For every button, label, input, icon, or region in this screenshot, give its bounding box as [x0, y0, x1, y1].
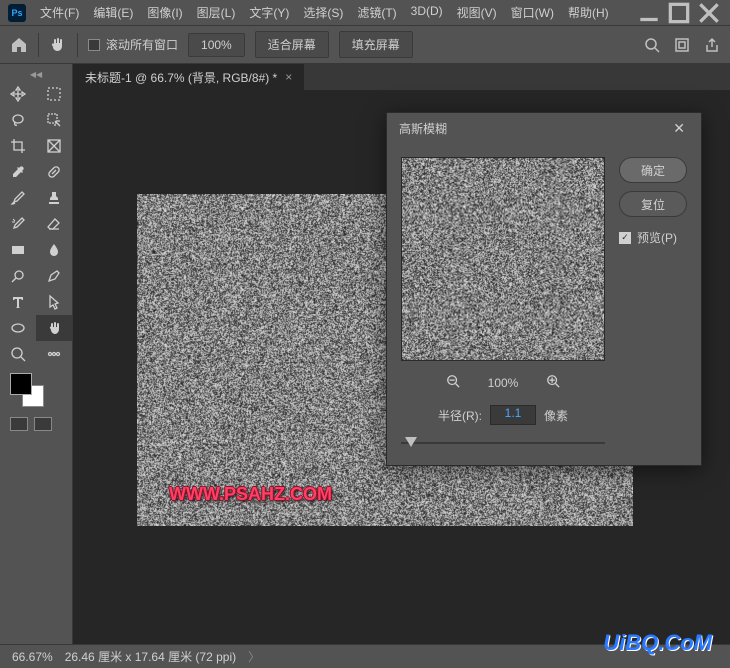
- app-logo: Ps: [8, 4, 26, 22]
- dialog-titlebar[interactable]: 高斯模糊 ✕: [387, 113, 701, 143]
- watermark-text: WWW.PSAHZ.COM: [169, 484, 332, 505]
- tab-title: 未标题-1 @ 66.7% (背景, RGB/8#) *: [85, 69, 277, 86]
- brush-tool[interactable]: [0, 185, 36, 211]
- search-icon[interactable]: [644, 37, 660, 53]
- home-icon[interactable]: [10, 36, 28, 54]
- zoom-out-icon[interactable]: [446, 374, 460, 391]
- tab-close-icon[interactable]: ×: [285, 70, 292, 84]
- menu-layer[interactable]: 图层(L): [191, 0, 242, 25]
- document-tabs: 未标题-1 @ 66.7% (背景, RGB/8#) * ×: [73, 64, 730, 90]
- radius-slider[interactable]: [401, 435, 605, 451]
- path-select-tool[interactable]: [36, 289, 72, 315]
- menu-filter[interactable]: 滤镜(T): [351, 0, 402, 25]
- radius-label: 半径(R):: [438, 407, 482, 424]
- menu-type[interactable]: 文字(Y): [243, 0, 295, 25]
- status-menu-icon[interactable]: 〉: [248, 648, 260, 665]
- menu-3d[interactable]: 3D(D): [405, 0, 449, 25]
- dodge-tool[interactable]: [0, 263, 36, 289]
- history-brush-tool[interactable]: [0, 211, 36, 237]
- checkbox-checked-icon: ✓: [619, 232, 631, 244]
- close-button[interactable]: [696, 3, 722, 23]
- dialog-title: 高斯模糊: [399, 120, 447, 137]
- menu-view[interactable]: 视图(V): [451, 0, 503, 25]
- frame-tool[interactable]: [36, 133, 72, 159]
- uibq-watermark: UiBQ.CoM: [603, 630, 712, 656]
- menu-image[interactable]: 图像(I): [141, 0, 188, 25]
- preview-checkbox[interactable]: ✓ 预览(P): [619, 229, 687, 246]
- menu-edit[interactable]: 编辑(E): [87, 0, 139, 25]
- slider-thumb[interactable]: [405, 437, 417, 447]
- frame-icon[interactable]: [674, 37, 690, 53]
- blur-tool[interactable]: [36, 237, 72, 263]
- fill-screen-button[interactable]: 填充屏幕: [339, 31, 413, 58]
- healing-tool[interactable]: [36, 159, 72, 185]
- move-tool[interactable]: [0, 81, 36, 107]
- slider-track: [401, 442, 605, 444]
- share-icon[interactable]: [704, 37, 720, 53]
- type-tool[interactable]: [0, 289, 36, 315]
- hand-tool-icon[interactable]: [49, 36, 67, 54]
- edit-toolbar[interactable]: [36, 341, 72, 367]
- crop-tool[interactable]: [0, 133, 36, 159]
- collapse-icon[interactable]: ◀◀: [0, 68, 72, 81]
- status-zoom[interactable]: 66.67%: [12, 650, 53, 664]
- marquee-tool[interactable]: [36, 81, 72, 107]
- preview-image[interactable]: [401, 157, 605, 361]
- menu-help[interactable]: 帮助(H): [562, 0, 615, 25]
- lasso-tool[interactable]: [0, 107, 36, 133]
- zoom-100-button[interactable]: 100%: [188, 33, 245, 57]
- screenmode-icon[interactable]: [34, 417, 52, 431]
- preview-zoom-level: 100%: [488, 376, 519, 390]
- main-menu: 文件(F) 编辑(E) 图像(I) 图层(L) 文字(Y) 选择(S) 滤镜(T…: [34, 0, 615, 25]
- preview-label: 预览(P): [637, 229, 677, 246]
- checkbox-icon: [88, 39, 100, 51]
- menu-file[interactable]: 文件(F): [34, 0, 85, 25]
- hand-tool[interactable]: [36, 315, 72, 341]
- gradient-tool[interactable]: [0, 237, 36, 263]
- maximize-button[interactable]: [666, 3, 692, 23]
- document-tab[interactable]: 未标题-1 @ 66.7% (背景, RGB/8#) * ×: [73, 64, 304, 90]
- scroll-all-checkbox[interactable]: 滚动所有窗口: [88, 36, 178, 53]
- zoom-in-icon[interactable]: [546, 374, 560, 391]
- minimize-button[interactable]: [636, 3, 662, 23]
- menu-select[interactable]: 选择(S): [297, 0, 349, 25]
- gaussian-blur-dialog: 高斯模糊 ✕ 100% 半径(R): 1.1 像素 确定 复位: [386, 112, 702, 466]
- quick-select-tool[interactable]: [36, 107, 72, 133]
- radius-unit: 像素: [544, 407, 568, 424]
- reset-button[interactable]: 复位: [619, 191, 687, 217]
- dialog-close-icon[interactable]: ✕: [669, 116, 689, 141]
- menu-window[interactable]: 窗口(W): [505, 0, 560, 25]
- foreground-color[interactable]: [10, 373, 32, 395]
- radius-input[interactable]: 1.1: [490, 405, 536, 425]
- options-bar: 滚动所有窗口 100% 适合屏幕 填充屏幕: [0, 26, 730, 64]
- color-swatches[interactable]: [0, 367, 72, 413]
- eraser-tool[interactable]: [36, 211, 72, 237]
- scroll-all-label: 滚动所有窗口: [106, 36, 178, 53]
- shape-tool[interactable]: [0, 315, 36, 341]
- eyedropper-tool[interactable]: [0, 159, 36, 185]
- fit-screen-button[interactable]: 适合屏幕: [255, 31, 329, 58]
- quickmask-icon[interactable]: [10, 417, 28, 431]
- separator: [77, 33, 78, 57]
- separator: [38, 33, 39, 57]
- ok-button[interactable]: 确定: [619, 157, 687, 183]
- titlebar: Ps 文件(F) 编辑(E) 图像(I) 图层(L) 文字(Y) 选择(S) 滤…: [0, 0, 730, 26]
- zoom-tool[interactable]: [0, 341, 36, 367]
- window-controls: [636, 3, 722, 23]
- pen-tool[interactable]: [36, 263, 72, 289]
- status-dimensions[interactable]: 26.46 厘米 x 17.64 厘米 (72 ppi): [65, 648, 236, 665]
- stamp-tool[interactable]: [36, 185, 72, 211]
- tools-panel: ◀◀: [0, 64, 73, 644]
